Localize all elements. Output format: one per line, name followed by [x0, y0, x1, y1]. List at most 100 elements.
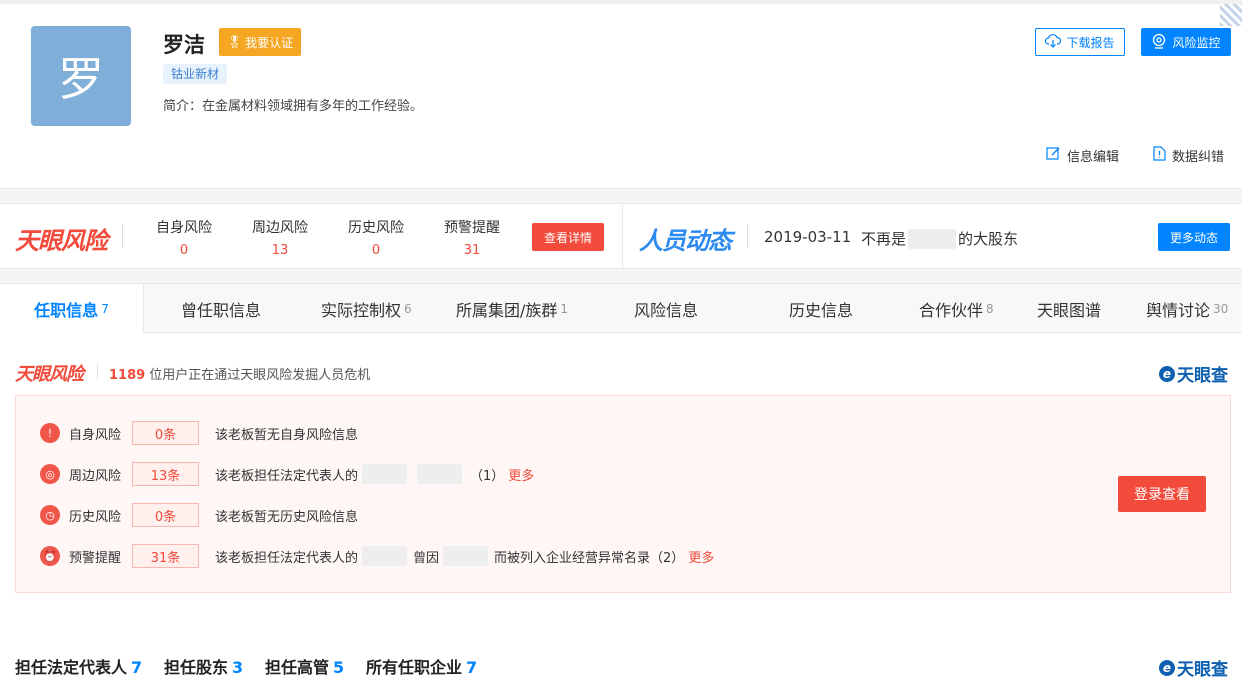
tab-partners[interactable]: 合作伙伴 8: [919, 284, 994, 333]
person-name: 罗洁: [163, 33, 205, 57]
intro-text: 简介：在金属材料领域拥有多年的工作经验。: [163, 99, 424, 114]
tianyan-risk-logo: 天眼风险: [15, 227, 108, 255]
risk-monitor-label: 风险监控: [1172, 35, 1221, 50]
data-correction-link[interactable]: 数据纠错: [1153, 146, 1224, 165]
tab-risk-info[interactable]: 风险信息: [634, 284, 698, 333]
tab-count: 7: [466, 658, 478, 677]
more-link[interactable]: 更多: [688, 547, 714, 566]
risk-row-count[interactable]: 13条: [132, 462, 199, 486]
risk-stat-surrounding[interactable]: 周边风险 13: [245, 217, 315, 258]
risk-row-label: 自身风险: [69, 427, 122, 443]
brand-name: 天眼查: [1177, 366, 1228, 386]
tab-count: 30: [1213, 301, 1229, 316]
tab-discussion[interactable]: 舆情讨论 30: [1146, 284, 1228, 333]
dynamics-date: 2019-03-11: [764, 228, 852, 246]
more-dynamics-button[interactable]: 更多动态: [1158, 223, 1230, 251]
risk-stat-warning[interactable]: 预警提醒 31: [437, 217, 507, 258]
info-edit-link[interactable]: 信息编辑: [1046, 146, 1119, 165]
tab-label: 担任股东: [164, 658, 229, 677]
company-tag[interactable]: 钴业新材: [163, 64, 228, 84]
tab-shareholder[interactable]: 担任股东 3: [164, 654, 243, 678]
redacted-company[interactable]: [362, 464, 408, 484]
user-count-line: 1189 位用户正在通过天眼风险发掘人员危机: [109, 364, 370, 383]
risk-row-text: 该老板暂无历史风险信息: [215, 509, 359, 525]
section-divider: [0, 268, 1242, 284]
dynamics-text: 不再是 的大股东: [861, 228, 1018, 249]
divider: [747, 224, 748, 248]
risk-panel: ! 自身风险 0条 该老板暂无自身风险信息 ◎ 周边风险 13条 该老板担任法定…: [15, 395, 1231, 593]
user-count-text: 位用户正在通过天眼风险发掘人员危机: [149, 368, 371, 383]
tab-former-positions[interactable]: 曾任职信息: [181, 284, 261, 333]
monitor-icon: [1151, 33, 1167, 52]
divider: [622, 205, 623, 268]
edit-icon: [1046, 146, 1061, 165]
person-dynamics-logo: 人员动态: [639, 227, 732, 255]
risk-stat-value: 31: [463, 243, 481, 258]
alarm-icon: ⏰: [40, 546, 60, 566]
risk-stat-label: 预警提醒: [444, 220, 500, 236]
tab-label: 风险信息: [634, 300, 699, 320]
tab-label: 历史信息: [789, 300, 854, 320]
login-to-view-button[interactable]: 登录查看: [1118, 476, 1206, 512]
risk-row-surrounding: ◎ 周边风险 13条 该老板担任法定代表人的 （1） 更多: [40, 462, 534, 486]
risk-row-warning: ⏰ 预警提醒 31条 该老板担任法定代表人的 曾因 而被列入企业经营异常名录（2…: [40, 544, 714, 568]
user-count: 1189: [109, 368, 146, 383]
tab-count: 1: [560, 301, 569, 316]
risk-row-text-b: （1）: [470, 468, 505, 484]
risk-stat-label: 周边风险: [252, 220, 308, 236]
tianyancha-logo: e 天眼查: [1159, 655, 1228, 680]
risk-row-self: ! 自身风险 0条 该老板暂无自身风险信息: [40, 421, 358, 445]
tab-executive[interactable]: 担任高管 5: [265, 654, 344, 678]
tab-group[interactable]: 所属集团/族群 1: [456, 284, 568, 333]
more-link[interactable]: 更多: [508, 465, 534, 484]
redacted-company[interactable]: [417, 464, 463, 484]
tab-count: 7: [131, 658, 143, 677]
tab-positions[interactable]: 任职信息 7: [0, 284, 144, 333]
risk-stat-value: 13: [271, 243, 289, 258]
certify-button[interactable]: 🎖 我要认证: [219, 28, 301, 56]
tab-label: 合作伙伴: [919, 300, 984, 320]
risk-row-text-b: 而被列入企业经营异常名录（2）: [494, 550, 685, 566]
dynamics-text-after: 的大股东: [958, 230, 1019, 248]
risk-row-count[interactable]: 0条: [132, 503, 199, 527]
divider: [122, 224, 123, 248]
risk-row-label: 预警提醒: [69, 550, 122, 566]
tab-label: 天眼图谱: [1037, 300, 1102, 320]
tab-label: 舆情讨论: [1146, 300, 1211, 320]
tab-label: 曾任职信息: [181, 300, 262, 320]
redacted-company[interactable]: [362, 546, 408, 566]
corner-pattern-icon: [1220, 4, 1242, 26]
redacted-reason[interactable]: [443, 546, 489, 566]
risk-monitor-button[interactable]: 风险监控: [1141, 28, 1231, 56]
risk-stat-history[interactable]: 历史风险 0: [341, 217, 411, 258]
brand-e-icon: e: [1159, 659, 1175, 676]
tianyan-risk-logo: 天眼风险: [15, 364, 84, 385]
redacted-company[interactable]: [908, 228, 957, 249]
tab-all-companies[interactable]: 所有任职企业 7: [366, 654, 477, 678]
risk-stat-value: 0: [179, 243, 189, 258]
clock-icon: ◷: [40, 505, 60, 525]
target-icon: ◎: [40, 464, 60, 484]
tab-bar: 任职信息 7 曾任职信息 实际控制权 6 所属集团/族群 1 风险信息 历史信息 合作…: [0, 284, 1242, 333]
download-report-button[interactable]: 下载报告: [1035, 28, 1125, 56]
tab-count: 6: [404, 301, 412, 316]
tianyancha-logo: e 天眼查: [1159, 361, 1228, 386]
feedback-icon: [1153, 146, 1166, 165]
tab-history-info[interactable]: 历史信息: [789, 284, 853, 333]
tab-count: 3: [232, 658, 244, 677]
tab-label: 所有任职企业: [366, 658, 463, 677]
tab-label: 担任高管: [265, 658, 330, 677]
tab-graph[interactable]: 天眼图谱: [1037, 284, 1101, 333]
tab-legal-rep[interactable]: 担任法定代表人 7: [15, 654, 142, 678]
view-details-button[interactable]: 查看详情: [532, 223, 604, 251]
risk-row-text-a: 该老板担任法定代表人的: [215, 468, 359, 484]
risk-row-count[interactable]: 0条: [132, 421, 199, 445]
risk-stat-self[interactable]: 自身风险 0: [149, 217, 219, 258]
risk-row-count[interactable]: 31条: [132, 544, 199, 568]
avatar: 罗: [31, 26, 131, 126]
risk-row-text: 该老板担任法定代表人的 曾因 而被列入企业经营异常名录（2） 更多: [215, 546, 714, 566]
tab-label: 任职信息: [34, 300, 99, 320]
tab-actual-control[interactable]: 实际控制权 6: [321, 284, 412, 333]
risk-row-label: 周边风险: [69, 468, 122, 484]
download-report-label: 下载报告: [1066, 35, 1115, 50]
